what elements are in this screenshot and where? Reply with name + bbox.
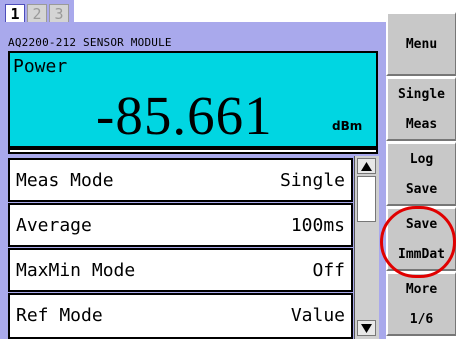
- setting-row-maxmin-mode[interactable]: MaxMin Mode Off: [8, 248, 353, 292]
- softkey-label: More: [405, 281, 438, 297]
- softkey-label: 1/6: [409, 311, 434, 327]
- setting-value: 100ms: [290, 215, 345, 236]
- tab-strip-bar: [74, 0, 386, 22]
- scroll-up-button[interactable]: [357, 158, 376, 174]
- log-save-softkey[interactable]: Log Save: [386, 142, 456, 206]
- triangle-down-icon: [361, 323, 372, 333]
- power-unit: dBm: [332, 119, 363, 133]
- power-value: -85.661: [96, 85, 273, 146]
- setting-label: Ref Mode: [16, 305, 103, 326]
- more-softkey[interactable]: More 1/6: [386, 272, 456, 336]
- setting-label: Meas Mode: [16, 170, 114, 191]
- menu-softkey[interactable]: Menu: [386, 12, 456, 76]
- scroll-down-button[interactable]: [357, 320, 376, 336]
- module-title: AQ2200-212 SENSOR MODULE: [8, 36, 172, 49]
- display-separator: [8, 148, 378, 154]
- power-display: Power -85.661 dBm: [8, 51, 378, 148]
- setting-label: MaxMin Mode: [16, 260, 136, 281]
- softkey-label: Save: [405, 216, 438, 232]
- tab-2[interactable]: 2: [27, 4, 47, 23]
- tab-3[interactable]: 3: [49, 4, 69, 23]
- softkey-label: Meas: [405, 116, 438, 132]
- channel-tabs: 1 2 3: [5, 4, 71, 23]
- softkey-label: Log: [409, 151, 434, 167]
- setting-value: Value: [290, 305, 345, 326]
- setting-row-ref-mode[interactable]: Ref Mode Value: [8, 293, 353, 339]
- softkey-label: ImmDat: [398, 246, 445, 262]
- scroll-thumb[interactable]: [357, 176, 376, 222]
- power-label: Power: [13, 56, 68, 77]
- setting-label: Average: [16, 215, 92, 236]
- setting-row-meas-mode[interactable]: Meas Mode Single: [8, 158, 353, 202]
- setting-row-average[interactable]: Average 100ms: [8, 203, 353, 247]
- triangle-up-icon: [361, 161, 372, 171]
- main-panel: 1 2 3 AQ2200-212 SENSOR MODULE Power -85…: [0, 0, 386, 339]
- settings-list: Meas Mode Single Average 100ms MaxMin Mo…: [8, 156, 353, 339]
- single-meas-softkey[interactable]: Single Meas: [386, 77, 456, 141]
- setting-value: Off: [312, 260, 345, 281]
- save-immdat-softkey[interactable]: Save ImmDat: [386, 207, 456, 271]
- softkey-label: Save: [405, 181, 438, 197]
- tab-1[interactable]: 1: [5, 4, 25, 23]
- settings-scrollbar[interactable]: [354, 156, 379, 339]
- setting-value: Single: [279, 170, 345, 191]
- softkey-label: Menu: [405, 36, 438, 52]
- softkey-label: Single: [398, 86, 445, 102]
- softkey-column: Menu Single Meas Log Save Save ImmDat Mo…: [386, 0, 456, 339]
